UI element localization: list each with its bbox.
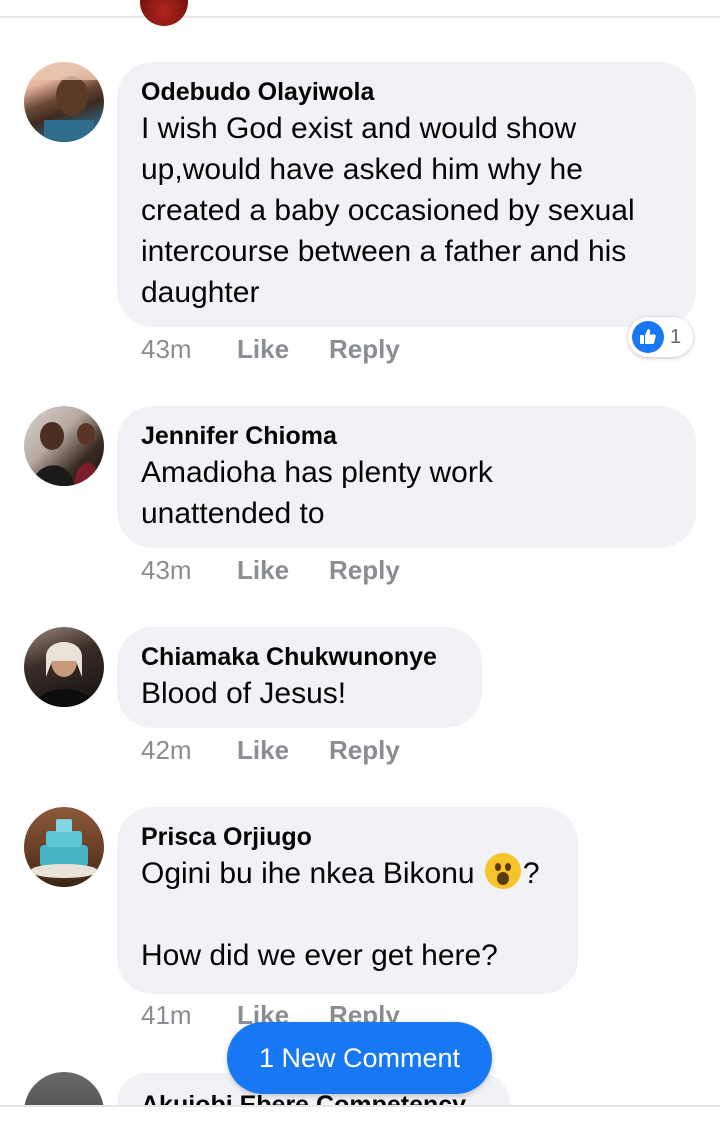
reply-button[interactable]: Reply [329,555,400,586]
comment-actions: 43m Like Reply [141,334,400,365]
comment-text: I wish God exist and would show up,would… [141,108,672,313]
reaction-summary[interactable]: 1 [628,317,694,357]
comment-text-line: How did we ever get here? [141,939,498,972]
comment-author[interactable]: Prisca Orjiugo [141,821,554,853]
comment-timestamp[interactable]: 43m [141,334,237,365]
comment-text-line: Amadioha has plenty work [141,456,493,489]
comment-bubble[interactable]: Jennifer Chioma Amadioha has plenty work… [117,406,696,548]
like-button[interactable]: Like [237,334,329,365]
comment-text: Ogini bu ihe nkea Bikonu ? How did we ev… [141,853,554,976]
avatar[interactable] [24,406,104,486]
new-comment-button[interactable]: 1 New Comment [227,1022,492,1094]
comment-author[interactable]: Chiamaka Chukwunonye [141,641,458,673]
thumbs-up-icon [632,321,664,353]
comment-timestamp[interactable]: 41m [141,1000,237,1031]
comment-actions: 42m Like Reply [141,735,400,766]
comment-text-line: unattended to [141,497,325,530]
top-divider [0,16,720,18]
avatar[interactable] [24,627,104,707]
comment-bubble[interactable]: Prisca Orjiugo Ogini bu ihe nkea Bikonu … [117,807,578,994]
reaction-count: 1 [670,325,682,348]
comment-author[interactable]: Odebudo Olayiwola [141,76,672,108]
comment-text-line: up,would have asked him why he [141,153,583,186]
comment-composer-bar [0,1105,720,1125]
comment-text-segment: ? [522,857,540,890]
comment-timestamp[interactable]: 43m [141,555,237,586]
like-button[interactable]: Like [237,735,329,766]
like-button[interactable]: Like [237,555,329,586]
avatar[interactable] [24,807,104,887]
comment-text: Amadioha has plenty work unattended to [141,452,672,534]
avatar[interactable] [24,62,104,142]
astonished-face-icon [484,853,521,889]
comment-text-line: I wish God exist and would show [141,112,577,145]
previous-comment-avatar[interactable] [140,0,188,26]
comment-text-line: Blood of Jesus! [141,677,347,710]
comment-timestamp[interactable]: 42m [141,735,237,766]
comment-text-line: daughter [141,276,260,309]
comment-text: Blood of Jesus! [141,673,458,714]
comment-bubble[interactable]: Odebudo Olayiwola I wish God exist and w… [117,62,696,327]
comment-author[interactable]: Jennifer Chioma [141,420,672,452]
comment-actions: 43m Like Reply [141,555,400,586]
comment-text-line: intercourse between a father and his [141,235,627,268]
comment-text-segment: Ogini bu ihe nkea Bikonu [141,857,483,890]
comment-bubble[interactable]: Chiamaka Chukwunonye Blood of Jesus! [117,627,482,728]
comment-text-line: Ogini bu ihe nkea Bikonu ? [141,853,554,894]
reply-button[interactable]: Reply [329,735,400,766]
comment-text-line: created a baby occasioned by sexual [141,194,635,227]
reply-button[interactable]: Reply [329,334,400,365]
